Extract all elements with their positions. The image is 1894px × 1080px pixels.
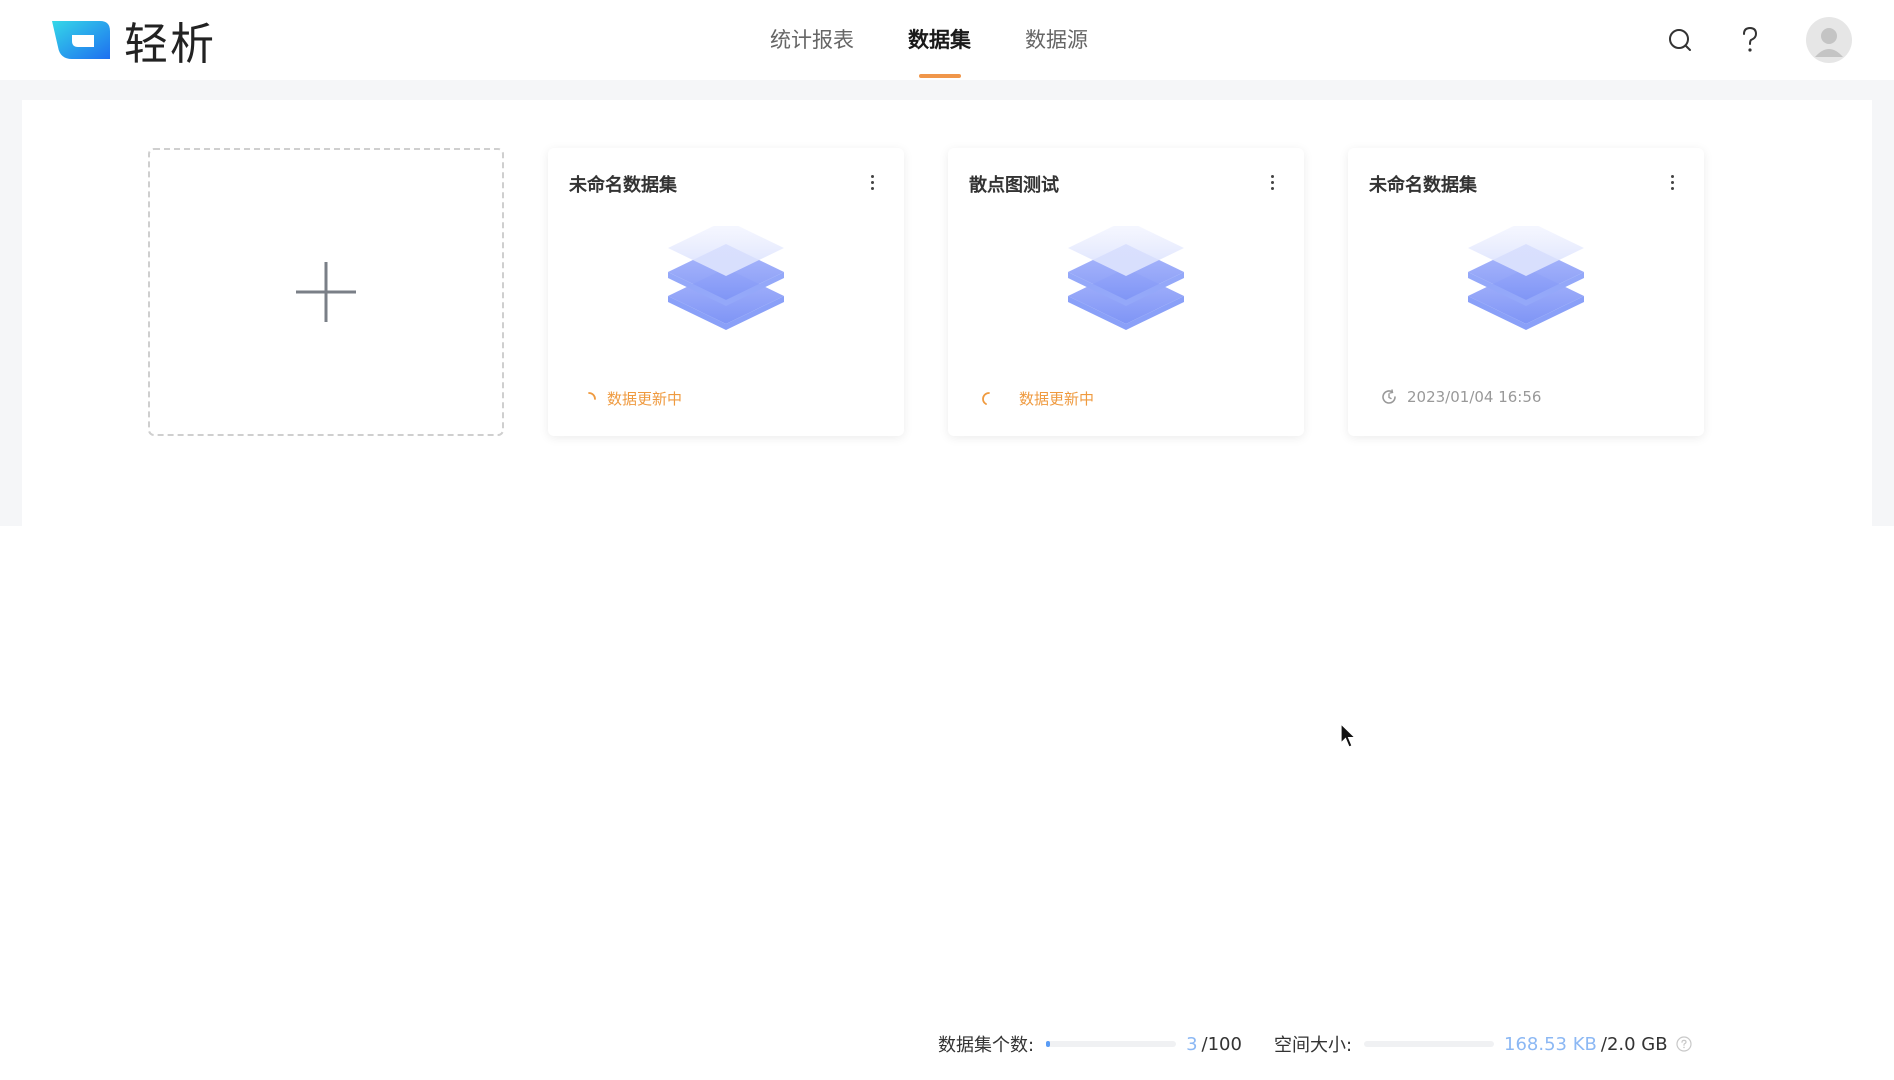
plus-icon (296, 262, 356, 322)
space-usage: 空间大小: 168.53 KB /2.0 GB (1274, 1031, 1692, 1057)
tab-datasets[interactable]: 数据集 (908, 0, 971, 80)
dataset-status: 2023/01/04 16:56 (1381, 388, 1541, 406)
mouse-cursor-icon (1340, 723, 1357, 748)
top-header: 轻析 统计报表 数据集 数据源 (0, 0, 1894, 80)
dataset-status: 数据更新中 (581, 388, 682, 409)
app-name: 轻析 (124, 19, 216, 70)
dataset-title: 未命名数据集 (569, 175, 677, 196)
clock-icon (1382, 389, 1396, 404)
tab-label: 统计报表 (770, 28, 854, 52)
space-label: 空间大小: (1273, 1035, 1353, 1056)
status-text: 数据更新中 (607, 390, 683, 408)
app-logo[interactable]: 轻析 (50, 14, 216, 70)
dataset-layers-icon (1066, 220, 1186, 356)
dataset-layers-icon (666, 220, 786, 356)
dataset-title: 未命名数据集 (1369, 175, 1477, 196)
tab-datasources[interactable]: 数据源 (1025, 0, 1088, 80)
help-icon[interactable] (1734, 24, 1766, 56)
loading-icon (588, 391, 596, 400)
tab-label: 数据源 (1025, 28, 1088, 52)
dataset-card[interactable]: 未命名数据集 2023/01/04 16:56 (1348, 148, 1704, 436)
info-question-icon[interactable] (1676, 1036, 1692, 1052)
dataset-count-total: /100 (1201, 1033, 1242, 1055)
dataset-count-bar-fill (1046, 1041, 1051, 1047)
dataset-title: 散点图测试 (969, 175, 1059, 196)
dataset-count-bar (1046, 1041, 1177, 1047)
tab-reports[interactable]: 统计报表 (770, 0, 854, 80)
more-menu-icon[interactable] (1262, 170, 1282, 194)
avatar[interactable] (1806, 17, 1852, 63)
more-menu-icon[interactable] (1662, 170, 1682, 194)
main-nav: 统计报表 数据集 数据源 (770, 0, 1142, 80)
dataset-count-label: 数据集个数: (938, 1035, 1035, 1056)
more-menu-icon[interactable] (862, 170, 882, 194)
space-total: /2.0 GB (1600, 1033, 1668, 1055)
dataset-status: 数据更新中 (981, 388, 1094, 409)
usage-stats: 数据集个数: 3 /100 空间大小: 168.53 KB /2.0 GB (938, 1032, 1692, 1056)
active-tab-indicator (918, 74, 961, 78)
status-text: 2023/01/04 16:56 (1407, 388, 1542, 406)
logo-icon (50, 17, 112, 63)
dataset-card[interactable]: 未命名数据集 数据更新中 (548, 148, 904, 436)
add-dataset-button[interactable] (148, 148, 504, 436)
dataset-card[interactable]: 散点图测试 数据更新中 (948, 148, 1304, 436)
space-value: 168.53 KB (1504, 1033, 1597, 1055)
space-bar (1364, 1041, 1495, 1047)
status-text: 数据更新中 (1019, 390, 1095, 408)
dataset-layers-icon (1466, 220, 1586, 356)
search-icon[interactable] (1664, 24, 1696, 56)
dataset-count-value: 3 (1186, 1033, 1198, 1055)
header-actions (1664, 16, 1852, 64)
tab-label: 数据集 (908, 28, 971, 52)
loading-icon (982, 391, 990, 405)
